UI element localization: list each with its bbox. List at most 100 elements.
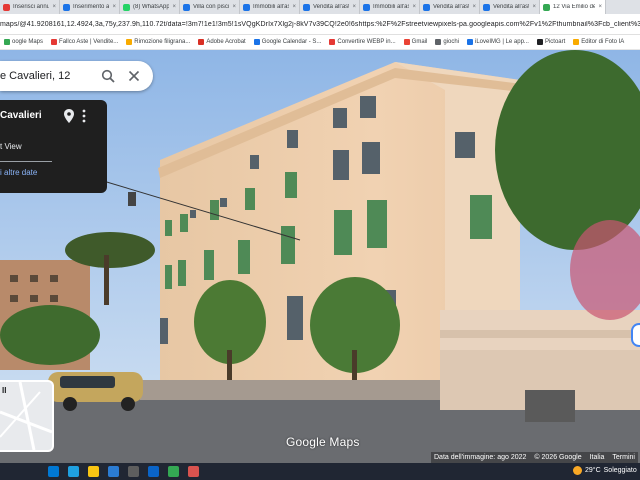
- tab-favicon-icon: [63, 3, 70, 11]
- bookmark-item[interactable]: giochi: [431, 39, 463, 45]
- explorer-app-icon[interactable]: [88, 466, 99, 477]
- tab-favicon-icon: [123, 3, 130, 11]
- bookmark-favicon-icon: [403, 39, 410, 45]
- bookmark-favicon-icon: [51, 39, 58, 45]
- image-date: Data dell'immagine: ago 2022: [434, 454, 527, 461]
- tab-label: Vendita all'asta A: [433, 4, 469, 10]
- search-input[interactable]: e Cavalieri, 12: [0, 70, 95, 82]
- copyright: © 2026 Google: [534, 454, 582, 461]
- address-bar[interactable]: maps/@41.9208161,12.4924,3a,75y,237.9h,1…: [0, 14, 640, 35]
- browser-tab[interactable]: Immobili all'asta×: [240, 0, 300, 14]
- bookmark-favicon-icon: [536, 39, 543, 45]
- tab-label: Inserisci annunci: [13, 4, 49, 10]
- browser-tab[interactable]: (8) WhatsApp ×: [120, 0, 180, 14]
- browser-tab[interactable]: Vendita all'asta A×: [480, 0, 540, 14]
- bookmark-item[interactable]: Gmail: [400, 39, 432, 45]
- tab-label: (8) WhatsApp: [133, 4, 170, 10]
- tab-favicon-icon: [363, 3, 370, 11]
- store-app-icon[interactable]: [128, 466, 139, 477]
- tab-label: Immobili all'asta: [373, 4, 409, 10]
- tab-close-icon[interactable]: ×: [472, 4, 476, 10]
- bookmark-item[interactable]: Rimozione filigrana...: [122, 39, 194, 45]
- tab-close-icon[interactable]: ×: [52, 4, 56, 10]
- tab-label: 12 Via Emilio de: [553, 4, 596, 10]
- bookmarks-bar: oogle Maps Fallco Aste | Vendite... Rimozi…: [0, 35, 640, 50]
- bookmark-label: Editor di Foto IA: [581, 39, 625, 45]
- windows-taskbar: 29°C Soleggiato: [0, 463, 640, 480]
- more-options-icon[interactable]: [82, 109, 86, 126]
- bookmark-item[interactable]: Editor di Foto IA: [569, 39, 628, 45]
- browser-tab[interactable]: Vendita all'asta A×: [300, 0, 360, 14]
- tab-favicon-icon: [543, 3, 550, 11]
- tab-close-icon[interactable]: ×: [292, 4, 296, 10]
- bookmark-label: Pictoart: [544, 39, 566, 45]
- start-app-icon[interactable]: [48, 466, 59, 477]
- weather-temp: 29°C: [585, 467, 601, 474]
- tab-close-icon[interactable]: ×: [232, 4, 236, 10]
- divider: [0, 161, 52, 162]
- bookmark-item[interactable]: Google Calendar - S...: [250, 39, 326, 45]
- bookmark-item[interactable]: Pictoart: [533, 39, 569, 45]
- terms-link[interactable]: Termini: [612, 454, 635, 461]
- minimap[interactable]: II: [0, 380, 54, 452]
- url-text[interactable]: maps/@41.9208161,12.4924,3a,75y,237.9h,1…: [0, 21, 640, 28]
- browser-tab[interactable]: Inserimento annu×: [60, 0, 120, 14]
- see-more-dates-link[interactable]: i altre date: [0, 168, 37, 177]
- bookmark-label: giochi: [443, 39, 460, 45]
- pegman-icon[interactable]: [631, 323, 640, 347]
- bookmark-favicon-icon: [126, 39, 133, 45]
- location-pin-icon[interactable]: [63, 109, 75, 126]
- chrome-app-icon[interactable]: [168, 466, 179, 477]
- bookmark-item[interactable]: iLoveIMG | Le app...: [463, 39, 533, 45]
- tab-favicon-icon: [3, 3, 10, 11]
- bookmark-label: Convertire WEBP in...: [337, 39, 396, 45]
- location-title: Cavalieri: [0, 110, 42, 121]
- photos-app-icon[interactable]: [188, 466, 199, 477]
- tab-favicon-icon: [483, 3, 490, 11]
- tab-close-icon[interactable]: ×: [172, 4, 176, 10]
- bookmark-label: iLoveIMG | Le app...: [475, 39, 529, 45]
- mail-app-icon[interactable]: [148, 466, 159, 477]
- bookmark-label: oogle Maps: [12, 39, 44, 45]
- pause-icon[interactable]: II: [2, 386, 6, 395]
- browser-tab[interactable]: Villa con piscina×: [180, 0, 240, 14]
- country-link[interactable]: Italia: [590, 454, 605, 461]
- bookmark-item[interactable]: oogle Maps: [0, 39, 47, 45]
- browser-tab[interactable]: Inserisci annunci×: [0, 0, 60, 14]
- bookmark-item[interactable]: Fallco Aste | Vendite...: [47, 39, 122, 45]
- tab-close-icon[interactable]: ×: [352, 4, 356, 10]
- bookmark-item[interactable]: Adobe Acrobat: [194, 39, 249, 45]
- browser-tab[interactable]: 12 Via Emilio de ×: [540, 0, 606, 14]
- tab-label: Immobili all'asta: [253, 4, 289, 10]
- bookmark-favicon-icon: [329, 39, 336, 45]
- tab-favicon-icon: [243, 3, 250, 11]
- street-view-label: t View: [0, 142, 22, 151]
- bookmark-label: Fallco Aste | Vendite...: [59, 39, 119, 45]
- tab-close-icon[interactable]: ×: [112, 4, 116, 10]
- weather-desc: Soleggiato: [603, 467, 637, 474]
- street-view-viewport[interactable]: e Cavalieri, 12 Cavalieri t View i altre…: [0, 50, 640, 463]
- bookmark-favicon-icon: [253, 39, 260, 45]
- bookmark-favicon-icon: [467, 39, 474, 45]
- bookmark-favicon-icon: [4, 39, 10, 45]
- edge-app-icon[interactable]: [68, 466, 79, 477]
- tab-label: Vendita all'asta A: [493, 4, 529, 10]
- tab-close-icon[interactable]: ×: [532, 4, 536, 10]
- bookmark-label: Gmail: [411, 39, 428, 45]
- search-icon[interactable]: [95, 63, 121, 89]
- google-maps-logo: Google Maps: [286, 435, 360, 449]
- attribution-bar: Data dell'immagine: ago 2022 © 2026 Goog…: [431, 452, 638, 463]
- bookmark-item[interactable]: Convertire WEBP in...: [325, 39, 399, 45]
- close-icon[interactable]: [121, 63, 147, 89]
- browser-tab[interactable]: Vendita all'asta A×: [420, 0, 480, 14]
- tab-close-icon[interactable]: ×: [598, 4, 602, 10]
- bookmark-label: Rimozione filigrana...: [134, 39, 191, 45]
- bookmark-favicon-icon: [198, 39, 205, 45]
- tab-favicon-icon: [423, 3, 430, 11]
- search-box[interactable]: e Cavalieri, 12: [0, 61, 153, 91]
- weather-widget[interactable]: 29°C Soleggiato: [573, 466, 637, 475]
- tab-close-icon[interactable]: ×: [412, 4, 416, 10]
- browser-tab[interactable]: Immobili all'asta×: [360, 0, 420, 14]
- tab-favicon-icon: [183, 3, 190, 11]
- word-app-icon[interactable]: [108, 466, 119, 477]
